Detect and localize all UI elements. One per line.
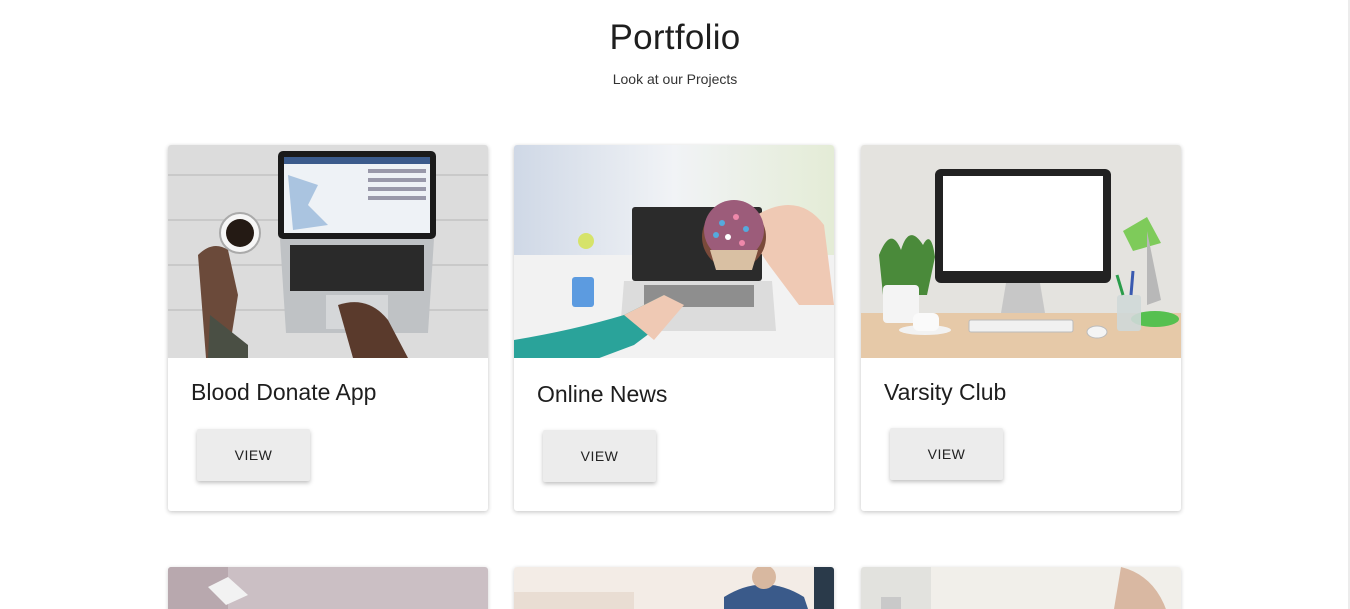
project-card-partial [168,567,488,609]
project-image-desktop-workspace [861,145,1181,358]
view-button[interactable]: VIEW [890,428,1003,480]
project-image-laptop-map [168,145,488,358]
project-card-partial [861,567,1181,609]
project-image-laptop-cupcake [514,145,834,358]
project-title: Blood Donate App [191,379,377,405]
page-subtitle: Look at our Projects [612,71,738,87]
portfolio-page: Portfolio Look at our Projects Blood Don… [0,0,1350,609]
project-image-person [514,567,834,609]
project-image-desk [861,567,1181,609]
project-card-partial [514,567,834,609]
project-card-varsity-club: Varsity Club VIEW [861,145,1181,511]
project-title: Online News [537,381,668,407]
project-title: Varsity Club [884,379,1007,405]
view-button[interactable]: VIEW [197,429,310,481]
view-button[interactable]: VIEW [543,430,656,482]
project-card-online-news: Online News VIEW [514,145,834,511]
page-title: Portfolio [609,18,741,57]
project-image-lamp [168,567,488,609]
project-card-blood-donate: Blood Donate App VIEW [168,145,488,511]
